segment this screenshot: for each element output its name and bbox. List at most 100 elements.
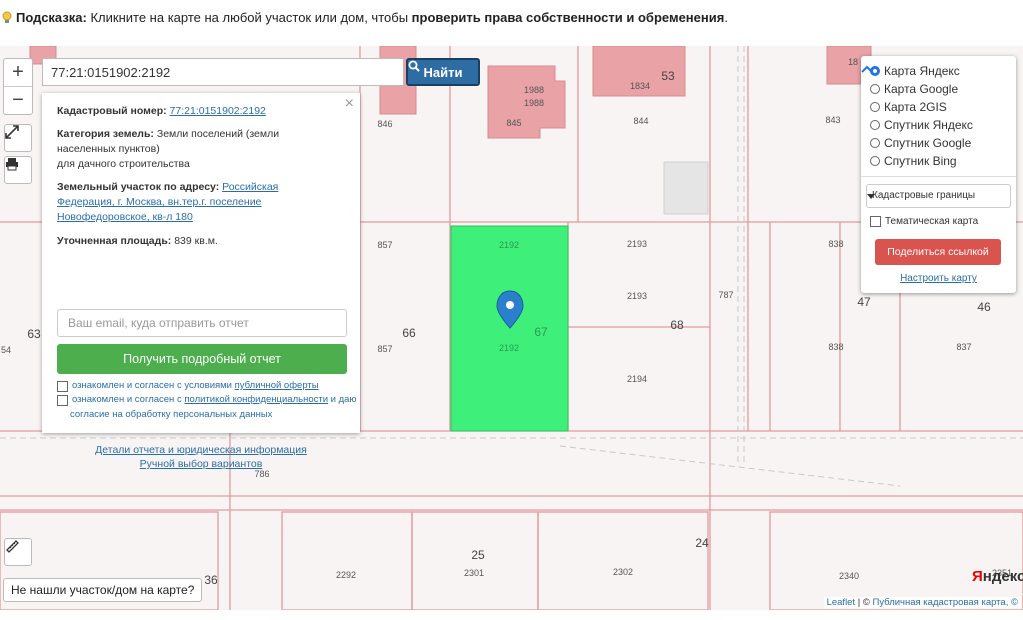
hint-text: Кликните на карте на любой участок или д… [86,10,412,25]
zoom-out-button[interactable]: − [4,86,32,114]
address-label: Земельный участок по адресу: [57,181,220,193]
map-label: 66 [402,326,416,340]
map-label: 18 [847,57,859,67]
radio-icon[interactable] [870,84,880,94]
parcel-info-panel: × Кадастровый номер: 77:21:0151902:2192 … [42,93,360,470]
privacy-agreement-mid: и даю [328,394,357,405]
email-field[interactable]: Ваш email, куда отправить отчет [57,309,347,337]
map-label: 845 [506,118,522,128]
report-details-link[interactable]: Детали отчета и юридическая информация [42,443,360,458]
search-button-label: Найти [423,64,463,80]
checkbox-icon[interactable] [57,395,68,406]
map-label: 838 [828,239,844,249]
map-label: 787 [718,290,734,300]
leaflet-link[interactable]: Leaflet [827,597,856,608]
address-link-2[interactable]: Федерация, г. Москва, вн.тер.г. поселени… [57,195,261,210]
map-label: 2301 [463,568,485,578]
divider [861,176,1016,177]
map-label: 2192 [498,343,520,353]
share-link-button[interactable]: Поделиться ссылкой [875,239,1001,265]
map-label: 844 [633,116,649,126]
privacy-agreement-checkbox[interactable]: ознакомлен и согласен с политикой конфид… [57,393,357,407]
area-value: 839 кв.м. [174,235,218,247]
map-label: 857 [377,344,393,354]
address-link-3[interactable]: Новофедоровское, кв-л 180 [57,210,193,225]
public-offer-link[interactable]: публичной оферты [235,380,319,391]
radio-icon[interactable] [870,138,880,148]
ruler-icon [6,540,19,553]
map-label: 24 [695,536,709,550]
cadastral-search-input[interactable] [42,58,404,86]
hint-bold-text: проверить права собственности и обремене… [411,10,725,25]
map-label: 68 [670,318,684,332]
close-icon[interactable]: × [345,95,354,113]
map-label: 857 [377,240,393,250]
map-label: 2292 [335,570,357,580]
radio-icon[interactable] [870,102,880,112]
map-label: 2193 [626,239,648,249]
offer-agreement-text: ознакомлен и согласен с условиями [72,380,235,391]
cadastral-map[interactable]: 1988 1988 1834 53 845 844 846 843 18 857… [0,46,1023,610]
layer-option-google-satellite[interactable]: Спутник Google [870,136,971,150]
search-button[interactable]: Найти [406,58,480,86]
privacy-agreement-text: ознакомлен и согласен с [72,394,185,405]
map-label: 46 [977,300,991,314]
radio-icon[interactable] [870,156,880,166]
layer-option-bing-satellite[interactable]: Спутник Bing [870,154,957,168]
layer-option-yandex-map[interactable]: Карта Яндекс [870,64,960,78]
configure-map-link[interactable]: Настроить карту [861,273,1016,284]
offer-agreement-checkbox[interactable]: ознакомлен и согласен с условиями публич… [57,379,319,393]
hint-bar: Подсказка: Кликните на карте на любой уч… [0,0,1023,46]
manual-select-link[interactable]: Ручной выбор вариантов [42,457,360,472]
radio-icon[interactable] [870,66,880,76]
map-label: 837 [956,342,972,352]
chevron-down-icon [867,194,875,199]
map-label: 2340 [838,571,860,581]
map-label: 1988 [523,98,545,108]
map-label: 2193 [626,291,648,301]
layer-option-yandex-satellite[interactable]: Спутник Яндекс [870,118,973,132]
cad-number-link[interactable]: 77:21:0151902:2192 [170,105,266,117]
printer-icon [6,158,18,171]
cad-number-label: Кадастровый номер: [57,105,167,117]
hint-label: Подсказка: [16,10,87,25]
map-label: 1834 [629,81,651,91]
land-category-value-1: Земли поселений (земли [156,128,280,140]
map-label: 843 [825,115,841,125]
map-label: 846 [377,119,393,129]
hint-end: . [724,10,728,25]
zoom-in-button[interactable]: + [4,59,32,86]
layer-switcher: Карта Яндекс Карта Google Карта 2GIS Спу… [861,56,1016,293]
map-label: 838 [828,342,844,352]
expand-icon [5,125,19,139]
layer-option-2gis-map[interactable]: Карта 2GIS [870,100,947,114]
map-label: 47 [857,295,871,309]
not-found-button[interactable]: Не нашли участок/дом на карте? [3,578,203,602]
cadastral-source-link[interactable]: Публичная кадастровая карта, © [873,597,1019,608]
print-button[interactable] [4,156,32,184]
layer-option-google-map[interactable]: Карта Google [870,82,958,96]
zoom-control: + − [3,58,33,115]
map-label: 63 [27,327,41,341]
checkbox-icon[interactable] [870,216,881,227]
fullscreen-button[interactable] [4,124,32,152]
map-label: 2302 [612,567,634,577]
overlay-select[interactable]: Кадастровые границы [866,184,1011,208]
map-label: 2192 [498,240,520,250]
map-label: 54 [0,345,12,355]
get-report-button[interactable]: Получить подробный отчет [57,344,347,374]
area-label: Уточненная площадь: [57,235,172,247]
radio-icon[interactable] [870,120,880,130]
address-link-1[interactable]: Российская [222,181,278,193]
land-category-label: Категория земель: [57,128,154,140]
map-label: 36 [204,573,218,587]
checkbox-icon[interactable] [57,381,68,392]
search-icon [408,60,420,72]
map-label: 25 [471,548,485,562]
thematic-map-checkbox[interactable]: Тематическая карта [870,216,978,227]
ruler-button[interactable] [4,538,32,566]
map-label: 53 [661,69,675,83]
privacy-policy-link[interactable]: политикой конфиденциальности [184,394,328,405]
land-category-value-2: населенных пунктов) [57,143,160,155]
map-label: 67 [534,325,548,339]
